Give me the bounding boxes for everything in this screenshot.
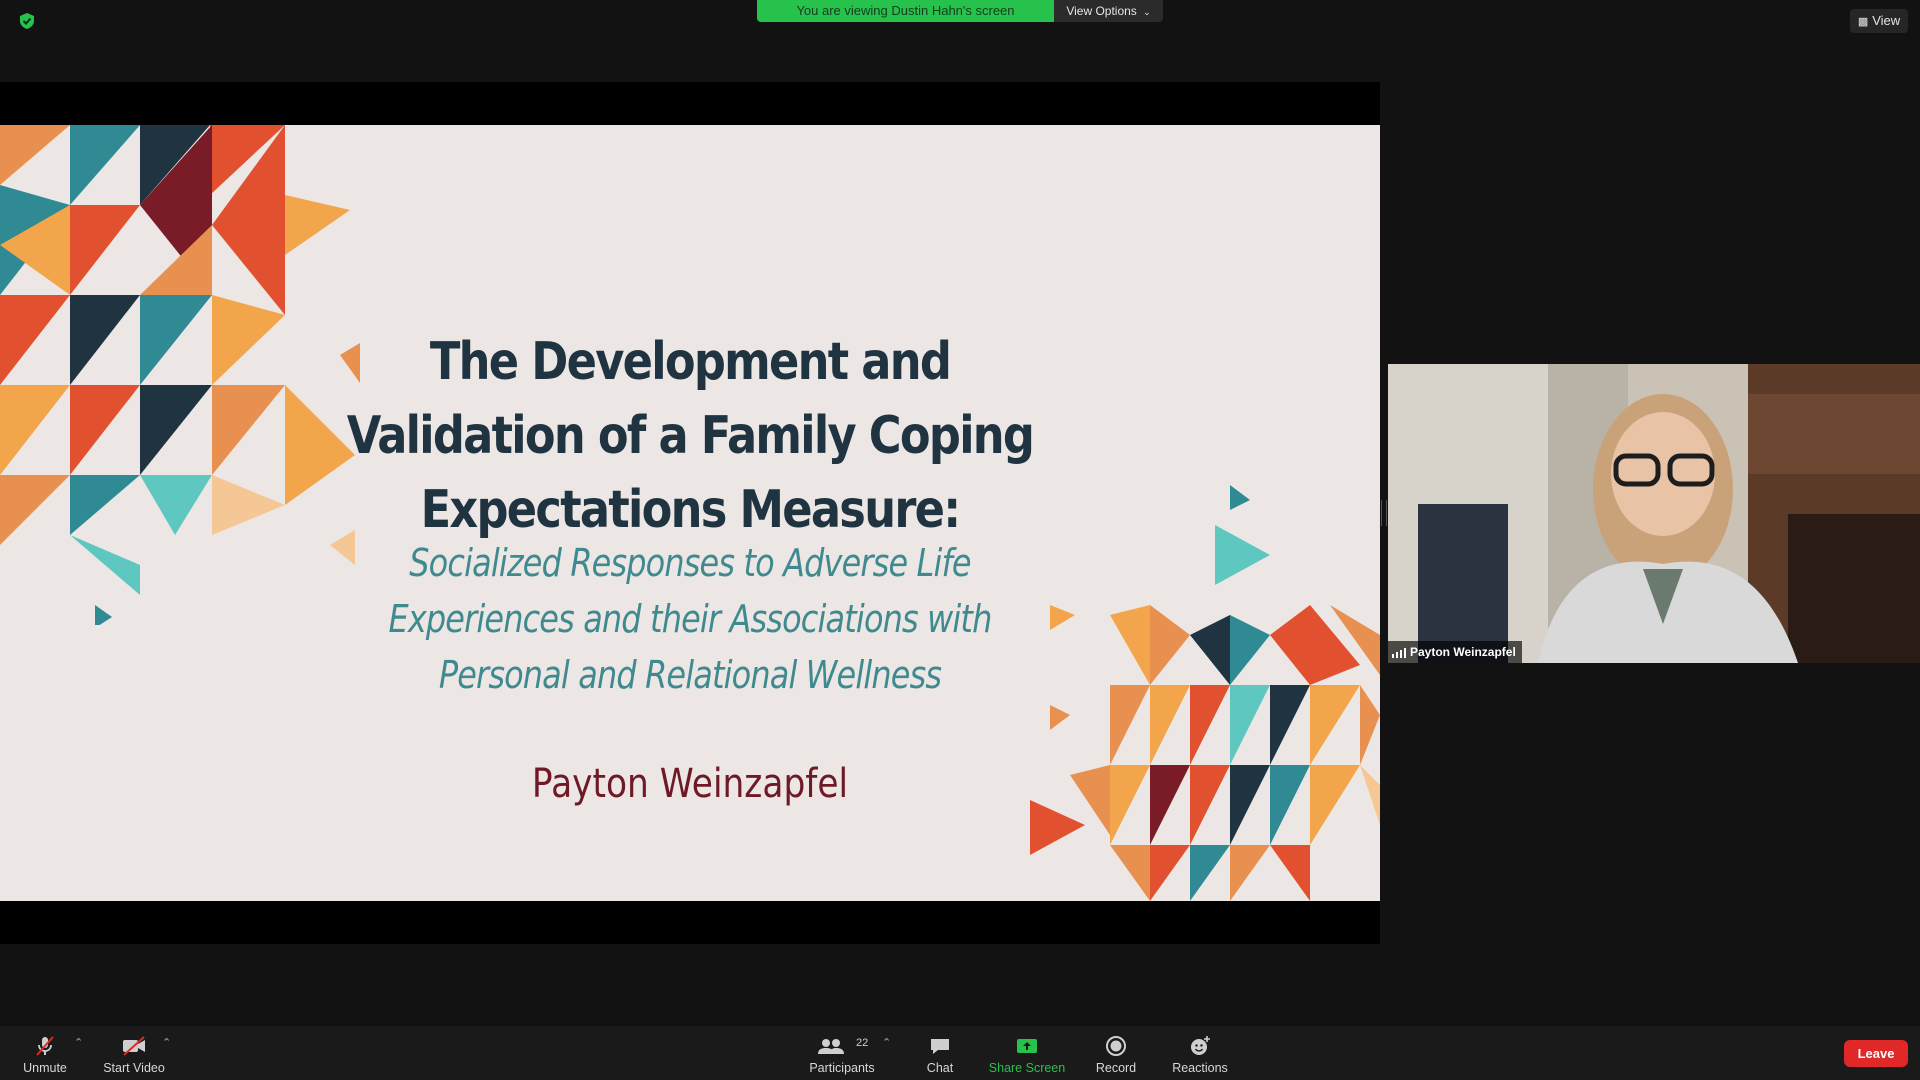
- reactions-smiley-icon: [1191, 1036, 1210, 1055]
- geometric-pattern-left: [0, 125, 360, 625]
- viewing-screen-banner: You are viewing Dustin Hahn's screen: [757, 0, 1054, 22]
- view-button[interactable]: ▩ View: [1850, 9, 1908, 33]
- reactions-label: Reactions: [1172, 1061, 1228, 1075]
- shared-screen: The Development and Validation of a Fami…: [0, 82, 1380, 944]
- view-layout-icon: ▩: [1857, 16, 1869, 28]
- slide-title-line: Validation of a Family Coping: [346, 406, 1035, 466]
- record-button[interactable]: Record: [1088, 1026, 1144, 1080]
- share-screen-label: Share Screen: [988, 1061, 1066, 1075]
- record-label: Record: [1095, 1061, 1137, 1075]
- slide-subtitle-line: Experiences and their Associations with: [388, 597, 992, 641]
- record-icon: [1106, 1036, 1126, 1056]
- unmute-button[interactable]: Unmute: [16, 1026, 74, 1080]
- audio-options-caret-icon[interactable]: ⌃: [74, 1036, 83, 1049]
- start-video-button[interactable]: Start Video: [98, 1026, 170, 1080]
- view-button-label: View: [1872, 13, 1901, 28]
- participant-video-feed: [1388, 364, 1920, 663]
- participant-name-tag: Payton Weinzapfel: [1388, 641, 1522, 663]
- signal-bars-icon: [1392, 647, 1406, 658]
- reactions-button[interactable]: Reactions: [1166, 1026, 1234, 1080]
- leave-button[interactable]: Leave: [1844, 1040, 1908, 1067]
- slide-title: The Development and Validation of a Fami…: [329, 325, 1051, 547]
- participants-count: 22: [856, 1037, 869, 1049]
- slide-subtitle-line: Socialized Responses to Adverse Life: [409, 541, 971, 585]
- unmute-label: Unmute: [23, 1061, 67, 1075]
- view-options-label: View Options: [1066, 4, 1137, 18]
- shield-check-icon[interactable]: [18, 12, 36, 30]
- share-screen-icon: [1017, 1039, 1037, 1053]
- presentation-slide: The Development and Validation of a Fami…: [0, 125, 1380, 901]
- viewing-screen-text: You are viewing Dustin Hahn's screen: [796, 3, 1015, 18]
- video-options-caret-icon[interactable]: ⌃: [162, 1036, 171, 1049]
- participants-label: Participants: [809, 1061, 875, 1075]
- slide-subtitle-line: Personal and Relational Wellness: [438, 653, 942, 697]
- participant-video-tile[interactable]: Payton Weinzapfel: [1388, 364, 1920, 663]
- resize-handle[interactable]: [1381, 500, 1387, 526]
- chat-button[interactable]: Chat: [912, 1026, 968, 1080]
- slide-subtitle: Socialized Responses to Adverse Life Exp…: [362, 535, 1017, 703]
- chat-label: Chat: [926, 1061, 954, 1075]
- participants-button[interactable]: Participants: [802, 1026, 882, 1080]
- video-off-icon: [123, 1036, 145, 1056]
- chat-bubble-icon: [931, 1039, 949, 1054]
- slide-author: Payton Weinzapfel: [531, 761, 849, 807]
- start-video-label: Start Video: [103, 1061, 165, 1075]
- geometric-pattern-right: [1030, 485, 1380, 901]
- leave-label: Leave: [1857, 1046, 1895, 1061]
- slide-title-line: The Development and: [429, 332, 952, 392]
- view-options-button[interactable]: View Options ⌄: [1054, 0, 1163, 22]
- share-screen-button[interactable]: Share Screen: [984, 1026, 1070, 1080]
- participant-name: Payton Weinzapfel: [1410, 645, 1516, 659]
- chevron-down-icon: ⌄: [1143, 7, 1151, 17]
- muted-microphone-icon: [36, 1036, 54, 1056]
- participants-options-caret-icon[interactable]: ⌃: [882, 1036, 891, 1049]
- meeting-toolbar: Unmute ⌃ Start Video ⌃ Participants 22 ⌃…: [0, 1026, 1920, 1080]
